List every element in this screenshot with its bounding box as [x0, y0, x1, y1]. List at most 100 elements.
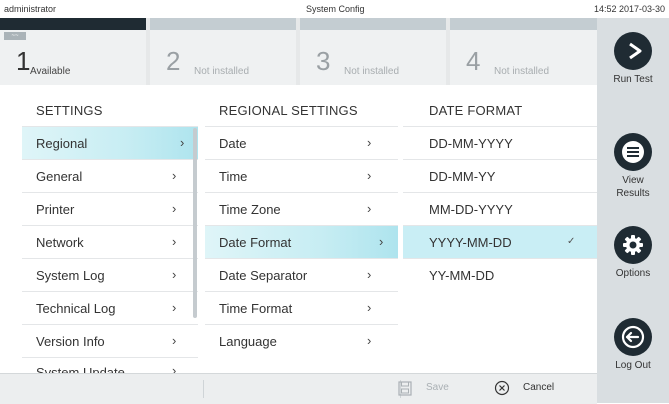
module-2-number: 2 [166, 46, 181, 76]
regional-item-label: Date Format [219, 235, 292, 250]
settings-item-label: Printer [36, 202, 75, 217]
save-button[interactable]: Save [392, 379, 482, 399]
log-out-button[interactable]: Log Out [597, 318, 669, 372]
settings-header: SETTINGS [36, 103, 103, 118]
user-name: administrator [4, 4, 57, 14]
date-format-option-label: MM-DD-YYYY [429, 202, 513, 217]
regional-item-time-format[interactable]: Time Format › [205, 291, 398, 325]
date-format-option-label: YY-MM-DD [429, 268, 495, 283]
regional-item-label: Date [219, 136, 247, 151]
settings-item-label: Network [36, 235, 84, 250]
right-sidebar: Run Test View Results Options Log Out [597, 18, 669, 403]
module-1[interactable]: ~~ 1 Available [0, 18, 146, 85]
settings-item-label: General [36, 169, 83, 184]
module-2-bar [150, 18, 296, 30]
log-out-label: Log Out [615, 360, 651, 371]
regional-item-label: Time Zone [219, 202, 281, 217]
chevron-right-icon: › [367, 333, 372, 348]
settings-item-regional[interactable]: Regional › [22, 126, 198, 160]
module-3-number: 3 [316, 46, 331, 76]
module-3[interactable]: 3 Not installed [300, 18, 446, 85]
chevron-right-icon: › [367, 267, 372, 282]
regional-item-date-separator[interactable]: Date Separator › [205, 258, 398, 292]
status-bar: administrator System Config 14:52 2017-0… [0, 0, 669, 18]
module-3-bar [300, 18, 446, 30]
regional-item-time-zone[interactable]: Time Zone › [205, 192, 398, 226]
bottom-action-bar: Save Cancel [0, 373, 597, 404]
settings-item-label: Technical Log [36, 301, 116, 316]
regional-settings-header: REGIONAL SETTINGS [219, 103, 358, 118]
regional-item-label: Time Format [219, 301, 293, 316]
settings-item-version-info[interactable]: Version Info › [22, 324, 198, 358]
date-format-option-label: DD-MM-YYYY [429, 136, 513, 151]
date-format-option[interactable]: YY-MM-DD [403, 258, 597, 292]
module-2-label: Not installed [194, 66, 250, 77]
chevron-right-icon: › [172, 300, 177, 315]
settings-item-label: Version Info [36, 334, 105, 349]
log-out-icon [614, 318, 652, 356]
chevron-right-icon: › [379, 234, 384, 249]
save-label: Save [426, 382, 449, 393]
window-title: System Config [306, 4, 365, 14]
settings-item-technical-log[interactable]: Technical Log › [22, 291, 198, 325]
settings-item-network[interactable]: Network › [22, 225, 198, 259]
module-4[interactable]: 4 Not installed [450, 18, 597, 85]
module-1-number: 1 [16, 46, 31, 76]
regional-item-language[interactable]: Language › [205, 324, 398, 358]
regional-settings-pane: REGIONAL SETTINGS Date › Time › Time Zon… [205, 92, 398, 377]
date-format-option-label: YYYY-MM-DD [429, 235, 512, 250]
cancel-button[interactable]: Cancel [492, 379, 592, 399]
module-3-label: Not installed [344, 66, 400, 77]
date-format-header: DATE FORMAT [429, 103, 523, 118]
settings-pane: SETTINGS Regional › General › Printer › … [22, 92, 198, 378]
chevron-right-icon: › [172, 168, 177, 183]
date-format-option[interactable]: MM-DD-YYYY [403, 192, 597, 226]
view-results-label-line2: Results [616, 188, 650, 199]
regional-item-time[interactable]: Time › [205, 159, 398, 193]
chevron-right-icon: › [367, 135, 372, 150]
module-4-bar [450, 18, 597, 30]
regional-item-label: Date Separator [219, 268, 308, 283]
list-icon [614, 133, 652, 171]
bottom-divider [203, 380, 204, 398]
chevron-right-icon: › [367, 300, 372, 315]
chevron-right-icon: › [172, 333, 177, 348]
module-4-number: 4 [466, 46, 481, 76]
settings-item-label: Regional [36, 136, 88, 151]
settings-item-label: System Log [36, 268, 105, 283]
view-results-button[interactable]: View Results [597, 133, 669, 200]
view-results-label: View Results [597, 174, 669, 200]
options-button[interactable]: Options [597, 226, 669, 280]
save-icon [398, 381, 412, 396]
cancel-label: Cancel [523, 382, 555, 393]
module-1-tag: ~~ [4, 32, 26, 40]
date-format-pane: DATE FORMAT DD-MM-YYYY DD-MM-YY MM-DD-YY… [403, 92, 597, 377]
chevron-right-icon: › [172, 234, 177, 249]
view-results-label-line1: View [622, 175, 644, 186]
check-icon: ✓ [567, 236, 576, 247]
chevron-right-icon: › [367, 168, 372, 183]
chevron-right-icon: › [367, 201, 372, 216]
chevron-right-icon: › [180, 135, 185, 150]
module-4-label: Not installed [494, 66, 550, 77]
module-2[interactable]: 2 Not installed [150, 18, 296, 85]
module-slots: ~~ 1 Available 2 Not installed 3 Not ins… [0, 18, 597, 85]
play-icon [614, 32, 652, 70]
options-label: Options [615, 268, 651, 279]
settings-item-system-log[interactable]: System Log › [22, 258, 198, 292]
module-1-label: Available [30, 66, 71, 77]
regional-item-date-format[interactable]: Date Format › [205, 225, 398, 259]
date-format-option-label: DD-MM-YY [429, 169, 496, 184]
run-test-button[interactable]: Run Test [597, 32, 669, 86]
chevron-right-icon: › [172, 201, 177, 216]
regional-item-label: Language [219, 334, 277, 349]
regional-item-date[interactable]: Date › [205, 126, 398, 160]
clock: 14:52 2017-03-30 [593, 4, 665, 14]
settings-item-general[interactable]: General › [22, 159, 198, 193]
settings-scrollbar[interactable] [193, 128, 197, 318]
settings-item-printer[interactable]: Printer › [22, 192, 198, 226]
date-format-option[interactable]: DD-MM-YYYY [403, 126, 597, 160]
date-format-option[interactable]: DD-MM-YY [403, 159, 597, 193]
date-format-option-selected[interactable]: YYYY-MM-DD ✓ [403, 225, 597, 259]
cancel-icon [494, 380, 510, 396]
